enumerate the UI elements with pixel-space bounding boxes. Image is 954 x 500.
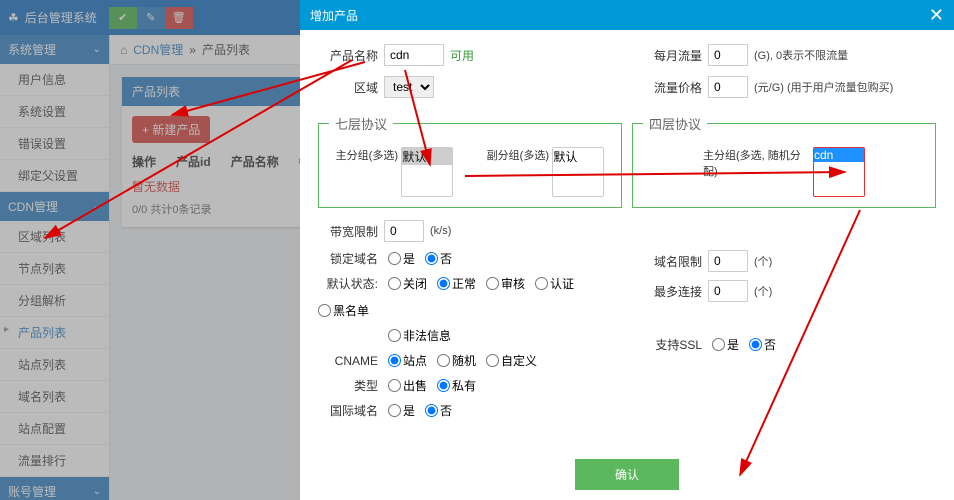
label: 带宽限制	[318, 223, 378, 240]
cname-radio[interactable]	[437, 354, 450, 367]
label: 区域	[318, 79, 378, 96]
label: 类型	[318, 377, 378, 394]
intl-yes-radio[interactable]	[388, 404, 401, 417]
status-radio[interactable]	[388, 329, 401, 342]
l4-main-group-select[interactable]: cdn	[813, 147, 865, 197]
hint: (个)	[754, 253, 772, 269]
type-radio[interactable]	[388, 379, 401, 392]
name-ok-text: 可用	[450, 47, 474, 64]
layer7-fieldset: 七层协议 主分组(多选) 默认 副分组(多选) 默认	[318, 114, 622, 208]
layer4-fieldset: 四层协议 主分组(多选, 随机分配) cdn	[632, 114, 936, 208]
type-radio[interactable]	[437, 379, 450, 392]
label: 流量价格	[642, 79, 702, 96]
label: 主分组(多选, 随机分配)	[703, 147, 803, 197]
label: 域名限制	[642, 253, 702, 270]
l7-sub-group-select[interactable]: 默认	[552, 147, 604, 197]
status-radio[interactable]	[318, 304, 331, 317]
label: 最多连接	[642, 283, 702, 300]
hint: (k/s)	[430, 225, 451, 237]
status-radio[interactable]	[486, 277, 499, 290]
label: 每月流量	[642, 47, 702, 64]
legend: 四层协议	[643, 114, 707, 133]
l7-main-group-select[interactable]: 默认	[401, 147, 453, 197]
lock-yes-radio[interactable]	[388, 252, 401, 265]
label: 产品名称	[318, 47, 378, 64]
label: 主分组(多选)	[336, 147, 398, 163]
add-product-modal: 增加产品 ✕ 产品名称 可用 区域 test	[300, 0, 954, 500]
label: CNAME	[318, 354, 378, 368]
modal-title: 增加产品	[310, 7, 358, 24]
cname-radio[interactable]	[486, 354, 499, 367]
region-select[interactable]: test	[384, 76, 434, 98]
bandwidth-input[interactable]	[384, 220, 424, 242]
cname-radio[interactable]	[388, 354, 401, 367]
monthly-flow-input[interactable]	[708, 44, 748, 66]
lock-no-radio[interactable]	[425, 252, 438, 265]
label: 副分组(多选)	[487, 147, 549, 163]
label: 国际域名	[318, 402, 378, 419]
label: 支持SSL	[642, 336, 702, 353]
hint: (G), 0表示不限流量	[754, 47, 848, 63]
domain-limit-input[interactable]	[708, 250, 748, 272]
label: 锁定域名	[318, 250, 378, 267]
status-radio[interactable]	[437, 277, 450, 290]
status-radio[interactable]	[535, 277, 548, 290]
intl-no-radio[interactable]	[425, 404, 438, 417]
flow-price-input[interactable]	[708, 76, 748, 98]
label: 默认状态:	[318, 275, 378, 292]
ssl-no-radio[interactable]	[749, 338, 762, 351]
legend: 七层协议	[329, 114, 393, 133]
status-radio[interactable]	[388, 277, 401, 290]
product-name-input[interactable]	[384, 44, 444, 66]
hint: (个)	[754, 283, 772, 299]
ssl-yes-radio[interactable]	[712, 338, 725, 351]
close-icon[interactable]: ✕	[929, 5, 944, 26]
submit-button[interactable]: 确认	[575, 459, 679, 490]
max-conn-input[interactable]	[708, 280, 748, 302]
hint: (元/G) (用于用户流量包购买)	[754, 79, 893, 95]
